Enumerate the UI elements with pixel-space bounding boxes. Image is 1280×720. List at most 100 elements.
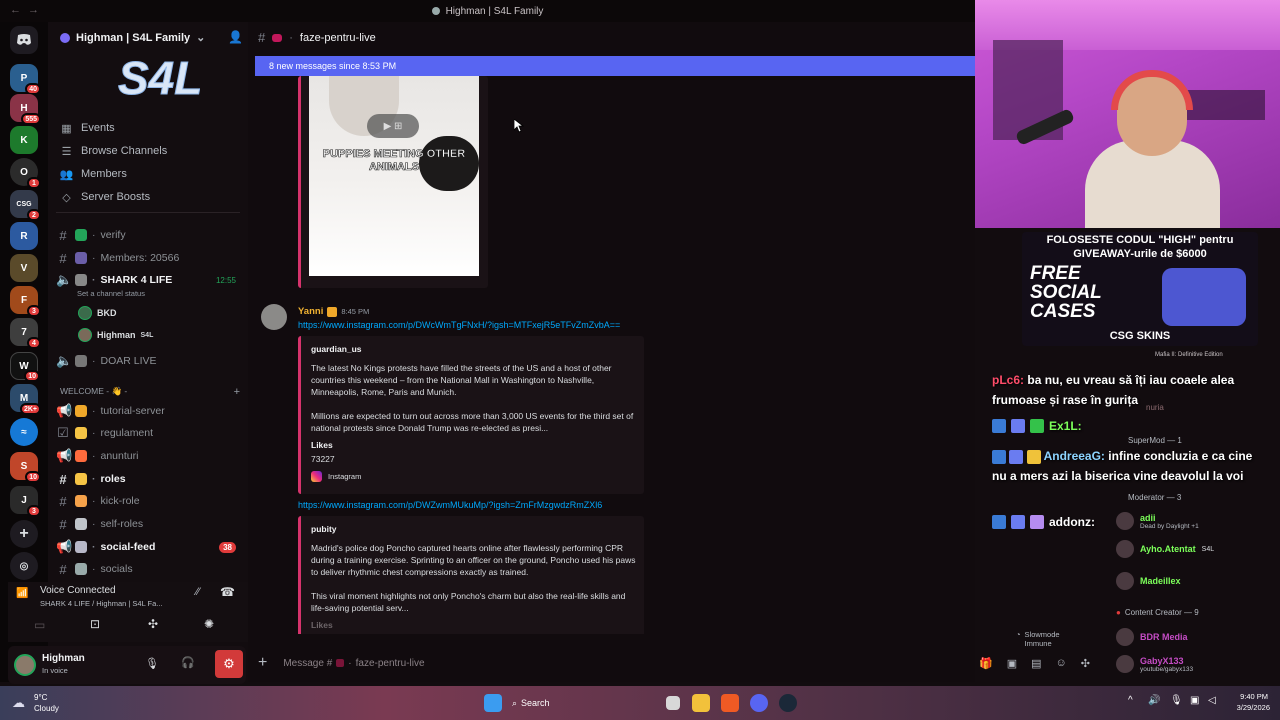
server-icon-12[interactable]: ≈ (10, 418, 38, 446)
clock-time[interactable]: 9:40 PM (1232, 692, 1268, 701)
activities-icon[interactable]: ✣ (148, 617, 158, 631)
badge-icon (1011, 515, 1025, 529)
play-button-icon[interactable]: ▶ ⊞ (367, 114, 419, 138)
server-icon-2[interactable]: H 555 (10, 94, 41, 125)
emoji-picker-icon[interactable]: ☺ (1056, 657, 1067, 670)
member-gabyx133[interactable]: GabyX133 youtube/gabyx133 (1116, 655, 1193, 673)
author-avatar[interactable] (261, 304, 287, 330)
nav-server-boosts[interactable]: ◇ Server Boosts (60, 187, 150, 207)
new-messages-bar[interactable]: 8 new messages since 8:53 PM (255, 56, 975, 76)
embed-author[interactable]: guardian_us (311, 344, 362, 354)
server-icon-1[interactable]: P 40 (10, 64, 41, 95)
megaphone-icon: 📢 (56, 448, 73, 463)
mic-tray-icon[interactable]: 🎙 (1170, 695, 1183, 706)
mention-badge: 38 (219, 541, 236, 553)
embed-likes-label: Likes (311, 620, 333, 630)
video-thumbnail[interactable]: ▶ ⊞ PUPPIES MEETING OTHER ANIMALS (309, 76, 479, 276)
sticker-icon[interactable]: ▤ (1031, 657, 1041, 670)
screen-share-icon[interactable]: ⊡ (90, 617, 100, 631)
message-link-1[interactable]: https://www.instagram.com/p/DWcWmTgFNxH/… (298, 320, 620, 330)
clock-date[interactable]: 3/29/2026 (1226, 703, 1270, 712)
steam-icon[interactable] (779, 694, 797, 712)
soundboard-icon[interactable]: ✺ (204, 617, 214, 631)
voice-location[interactable]: SHARK 4 LIFE / Highman | S4L Fa... (40, 599, 163, 608)
add-channel-icon[interactable]: + (234, 386, 240, 398)
channel-verify[interactable]: # · verify (56, 225, 244, 245)
nav-browse-channels[interactable]: ☰ Browse Channels (60, 141, 168, 161)
server-icon-8[interactable]: F3 (10, 286, 41, 317)
badge-icon (992, 449, 1006, 464)
tray-chevron-icon[interactable]: ^ (1128, 695, 1133, 706)
voice-channel-doar-live[interactable]: 🔈 · DOAR LIVE (56, 351, 244, 371)
category-welcome[interactable]: WELCOME - 👋 - + (60, 386, 240, 398)
discover-icon[interactable]: ◎ (10, 552, 38, 580)
server-icon-9[interactable]: 74 (10, 318, 41, 349)
channel-tutorial-server[interactable]: 📢 · tutorial-server (56, 401, 244, 421)
member-madeillex[interactable]: Madeillex (1116, 572, 1181, 590)
instagram-embed-1: guardian_us The latest No Kings protests… (298, 336, 644, 494)
gift-icon[interactable]: 🎁 (979, 657, 993, 670)
server-icon-10[interactable]: W 10 (10, 352, 40, 382)
badge-icon (1009, 449, 1024, 464)
server-icon-11[interactable]: M 2K+ (10, 384, 41, 415)
gif-icon[interactable]: ▣ (1007, 657, 1017, 670)
speaker-icon: 🔈 (56, 272, 73, 287)
message-link-2[interactable]: https://www.instagram.com/p/DWZwmMUkuMp/… (298, 500, 602, 510)
author-name[interactable]: Yanni (298, 306, 323, 317)
member-bdr-media[interactable]: BDR Media (1116, 628, 1188, 646)
volume-icon[interactable]: 🔊 (1148, 695, 1160, 706)
network-icon[interactable]: ▣ (1190, 695, 1199, 706)
channel-status-link[interactable]: Set a channel status (77, 289, 145, 298)
voice-user-highman[interactable]: Highman S4L (78, 325, 238, 345)
disconnect-icon[interactable]: ☎ (220, 585, 235, 599)
server-icon-3[interactable]: K (10, 126, 38, 154)
user-avatar[interactable] (14, 654, 36, 676)
server-icon-7[interactable]: V (10, 254, 38, 282)
taskbar-search[interactable]: ⌕ Search (512, 694, 562, 712)
apps-icon[interactable]: ✣ (1081, 657, 1090, 670)
add-server-icon[interactable]: + (10, 520, 38, 548)
speaker-tray-icon[interactable]: ◁ (1208, 695, 1216, 706)
server-icon-4[interactable]: O1 (10, 158, 41, 189)
discord-home-icon[interactable] (10, 26, 38, 54)
server-icon-5[interactable]: CSG 2 (10, 190, 41, 221)
member-ayho[interactable]: Ayho.Atentat S4L (1116, 540, 1214, 558)
server-icon-6[interactable]: R (10, 222, 38, 250)
file-explorer-icon[interactable] (692, 694, 710, 712)
noise-suppression-icon[interactable]: ⁄⁄ (196, 586, 200, 598)
weather-temp[interactable]: 9°C (34, 693, 47, 702)
server-icon-14[interactable]: J3 (10, 486, 41, 517)
microphone-icon[interactable]: 🎙 (145, 657, 159, 670)
back-arrow-icon[interactable]: ← (10, 4, 21, 16)
headphones-icon[interactable]: 🎧 (181, 656, 195, 669)
voice-channel-shark[interactable]: 🔈 · SHARK 4 LIFE 12:55 (56, 270, 244, 290)
channel-roles[interactable]: # · roles (56, 469, 244, 489)
channel-social-feed[interactable]: 📢 · social-feed 38 (56, 537, 244, 557)
channel-socials[interactable]: # · socials (56, 559, 244, 579)
message-composer[interactable]: + Message # · faze-pentru-live 🎁 ▣ ▤ ☺ ✣ (258, 646, 1090, 680)
windows-start-icon[interactable] (484, 694, 502, 712)
embed-author[interactable]: pubity (311, 524, 337, 534)
task-view-icon[interactable] (666, 696, 680, 710)
forward-arrow-icon[interactable]: → (28, 4, 39, 16)
voice-user-bkd[interactable]: BKD (78, 303, 238, 323)
brave-browser-icon[interactable] (721, 694, 739, 712)
nav-members[interactable]: 👥 Members (60, 164, 127, 184)
channel-anunturi[interactable]: 📢 · anunturi (56, 446, 244, 466)
channel-regulament[interactable]: ☑ · regulament (56, 423, 244, 443)
nav-events[interactable]: ▦ Events (60, 118, 114, 138)
discord-taskbar-icon[interactable] (750, 694, 768, 712)
add-member-icon[interactable]: 👤 (228, 30, 243, 44)
weather-cloud-icon[interactable]: ☁ (12, 695, 25, 711)
channel-self-roles[interactable]: # · self-roles (56, 514, 244, 534)
channel-kick-role[interactable]: # · kick-role (56, 491, 244, 511)
channel-members-count[interactable]: # · Members: 20566 (56, 248, 244, 268)
avatar (78, 306, 92, 320)
camera-icon[interactable]: ▭ (34, 618, 45, 632)
add-attachment-icon[interactable]: + (258, 654, 267, 672)
stream-chat-line: pLc6: ba nu, eu vreau să îți iau coaele … (992, 373, 1235, 407)
server-icon-13[interactable]: S 10 (10, 452, 41, 483)
settings-gear-icon[interactable]: ⚙ (215, 650, 243, 678)
divider (56, 212, 240, 213)
weather-desc[interactable]: Cloudy (34, 704, 59, 713)
